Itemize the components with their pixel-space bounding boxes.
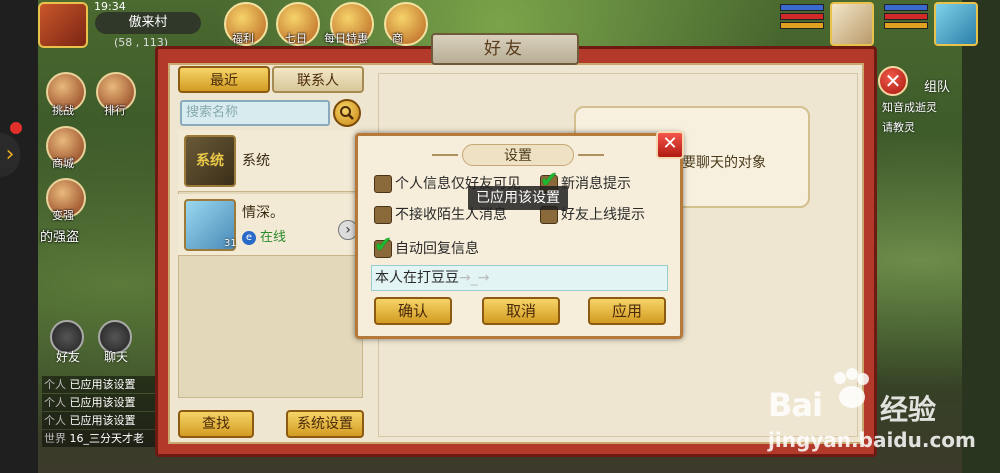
right-chat-line: 知音成逝灵 [882, 101, 937, 114]
friends-list-panel: 最近 联系人 搜索名称 系统 系统 31 情深。 e 在线 › 查找 系统设置 [176, 66, 365, 442]
system-settings-button[interactable]: 系统设置 [286, 410, 364, 438]
contact-name: 系统 [242, 153, 270, 169]
online-icon: e [242, 230, 256, 245]
quest-text: 的强盗 [40, 230, 80, 245]
player-stat-bars [884, 4, 928, 32]
notification-dot [10, 122, 22, 134]
bottom-button-label: 好友 [56, 350, 81, 364]
auto-reply-input[interactable]: 本人在打豆豆→_→ [371, 265, 668, 291]
top-icon-label: 每日特惠 [324, 32, 368, 45]
option-auto-reply[interactable]: 自动回复信息 [374, 235, 479, 260]
apply-button[interactable]: 应用 [588, 297, 666, 325]
online-status: e 在线 [242, 226, 286, 245]
side-button-label: 商城 [52, 157, 74, 170]
settings-dialog: 设置 ✕ 个人信息仅好友可见 新消息提示 不接收陌生人消息 好友上线提示 自动回… [355, 131, 684, 339]
screen-left-bezel [0, 0, 38, 473]
close-icon[interactable]: ✕ [878, 66, 908, 96]
system-avatar: 系统 [184, 135, 236, 187]
right-chat-line: 请教灵 [882, 121, 915, 134]
baidu-watermark: Bai 经验 [768, 364, 968, 426]
team-label[interactable]: 组队 [924, 76, 950, 95]
checkbox-profile-friends-only[interactable] [374, 175, 392, 193]
confirm-button[interactable]: 确认 [374, 297, 452, 325]
chat-line: 世界 16_三分天才老 [42, 430, 162, 447]
cancel-button[interactable]: 取消 [482, 297, 560, 325]
side-button-label: 变强 [52, 209, 74, 222]
watermark-jingyan: 经验 [880, 393, 937, 426]
avatar: 31 [184, 199, 237, 251]
watermark-url: jingyan.baidu.com [768, 428, 976, 452]
close-icon[interactable]: ✕ [656, 131, 684, 159]
checkbox-auto-reply[interactable] [374, 235, 392, 258]
top-icon-label: 七日 [285, 32, 307, 45]
player-avatar[interactable] [38, 2, 88, 48]
toast-tooltip: 已应用该设置 [468, 186, 568, 210]
list-item[interactable]: 系统 系统 [178, 130, 363, 192]
settings-title: 设置 [462, 144, 574, 166]
chat-line: 个人 已应用该设置 [42, 376, 162, 393]
chat-line: 个人 已应用该设置 [42, 394, 162, 411]
bottom-button-label: 聊天 [104, 350, 129, 364]
chat-hint-text: 要聊天的对象 [682, 155, 766, 171]
tab-recent[interactable]: 最近 [178, 66, 270, 93]
chat-log[interactable]: 个人 已应用该设置 个人 已应用该设置 个人 已应用该设置 世界 16_三分天才… [42, 376, 162, 448]
level-badge: 31 [224, 238, 237, 249]
search-input[interactable]: 搜索名称 [180, 100, 330, 126]
hero-portrait[interactable] [934, 2, 978, 46]
search-button[interactable] [333, 99, 361, 127]
top-icon-label: 商 [392, 32, 403, 45]
tab-contacts[interactable]: 联系人 [272, 66, 364, 93]
side-button-label: 排行 [104, 104, 126, 117]
settings-title-bar: 设置 [432, 144, 604, 166]
party-stat-bars [780, 4, 824, 32]
find-button[interactable]: 查找 [178, 410, 254, 438]
pet-portrait[interactable] [830, 2, 874, 46]
checkbox-block-strangers[interactable] [374, 206, 392, 224]
contact-name: 情深。 [242, 205, 284, 221]
paw-icon [834, 368, 869, 408]
shop-icon[interactable] [384, 2, 428, 46]
top-icon-label: 福利 [232, 32, 254, 45]
friends-window-title: 好友 [431, 33, 579, 65]
search-icon [340, 106, 354, 120]
list-item[interactable]: 31 情深。 e 在线 › [178, 194, 363, 256]
location-label[interactable]: 傲来村 [95, 12, 201, 34]
right-chat-messages: 知音成逝灵 请教灵 [882, 99, 960, 139]
chat-line: 个人 已应用该设置 [42, 412, 162, 429]
side-button-label: 挑战 [52, 104, 74, 117]
watermark-brand: Bai [768, 386, 823, 424]
